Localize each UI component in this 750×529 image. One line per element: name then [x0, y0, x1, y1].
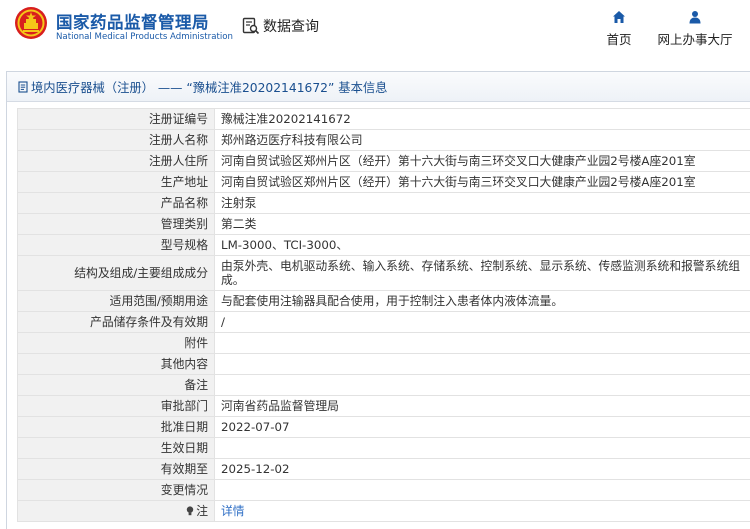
nav-home[interactable]: 首页 [600, 10, 638, 48]
nav-online-hall[interactable]: 网上办事大厅 [655, 10, 735, 48]
row-label: 有效期至 [17, 458, 215, 480]
row-label: 产品名称 [17, 192, 215, 214]
row-value: 豫械注准20202141672 [214, 108, 750, 130]
nav-online-hall-label: 网上办事大厅 [657, 32, 733, 47]
site-header: 国家药品监督管理局 National Medical Products Admi… [0, 0, 750, 66]
brand-name-en: National Medical Products Administration [56, 32, 233, 42]
row-label: 审批部门 [17, 395, 215, 417]
panel-title: 境内医疗器械（注册） —— “豫械注准20202141672” 基本信息 [7, 72, 750, 102]
row-label: 适用范围/预期用途 [17, 290, 215, 312]
national-emblem-logo [15, 7, 47, 39]
table-row: 有效期至 2025-12-02 [17, 458, 750, 480]
brand-name-cn: 国家药品监督管理局 [56, 13, 209, 32]
row-value-cell: 详情 [214, 500, 750, 522]
row-value: 第二类 [214, 213, 750, 235]
table-row: 注 详情 [17, 500, 750, 522]
row-label: 注册证编号 [17, 108, 215, 130]
table-row: 注册人名称 郑州路迈医疗科技有限公司 [17, 129, 750, 151]
note-label-cell: 注 [17, 500, 215, 522]
details-link[interactable]: 详情 [221, 504, 245, 518]
table-row: 型号规格 LM-3000、TCI-3000、 [17, 234, 750, 256]
row-label: 批准日期 [17, 416, 215, 438]
row-label: 生产地址 [17, 171, 215, 193]
row-value: LM-3000、TCI-3000、 [214, 234, 750, 256]
data-query-label: 数据查询 [263, 19, 319, 35]
panel-title-text: 境内医疗器械（注册） —— “豫械注准20202141672” 基本信息 [31, 80, 388, 95]
row-value: 由泵外壳、电机驱动系统、输入系统、存储系统、控制系统、显示系统、传感监测系统和报… [214, 255, 750, 291]
table-row: 生效日期 [17, 437, 750, 459]
row-label: 生效日期 [17, 437, 215, 459]
table-row: 备注 [17, 374, 750, 396]
table-row: 其他内容 [17, 353, 750, 375]
table-row: 批准日期 2022-07-07 [17, 416, 750, 438]
lightbulb-icon [186, 506, 194, 516]
row-label: 附件 [17, 332, 215, 354]
row-label: 注册人住所 [17, 150, 215, 172]
document-icon [18, 80, 28, 93]
user-icon [689, 11, 701, 24]
data-query-link[interactable]: 数据查询 [242, 16, 319, 36]
table-row: 注册证编号 豫械注准20202141672 [17, 108, 750, 130]
row-value: 河南自贸试验区郑州片区（经开）第十六大街与南三环交叉口大健康产业园2号楼A座20… [214, 171, 750, 193]
table-row: 结构及组成/主要组成成分 由泵外壳、电机驱动系统、输入系统、存储系统、控制系统、显… [17, 255, 750, 291]
row-value: 注射泵 [214, 192, 750, 214]
search-document-icon [242, 17, 260, 35]
row-value [214, 374, 750, 396]
row-label: 结构及组成/主要组成成分 [17, 255, 215, 291]
row-value: 与配套使用注输器具配合使用，用于控制注入患者体内液体流量。 [214, 290, 750, 312]
row-value: 郑州路迈医疗科技有限公司 [214, 129, 750, 151]
table-row: 生产地址 河南自贸试验区郑州片区（经开）第十六大街与南三环交叉口大健康产业园2号楼… [17, 171, 750, 193]
row-value [214, 479, 750, 501]
row-value: 2022-07-07 [214, 416, 750, 438]
row-label: 变更情况 [17, 479, 215, 501]
home-icon [613, 11, 625, 23]
row-value [214, 332, 750, 354]
row-value: 2025-12-02 [214, 458, 750, 480]
row-label: 备注 [17, 374, 215, 396]
row-label: 管理类别 [17, 213, 215, 235]
row-label: 注 [196, 504, 208, 518]
row-label: 注册人名称 [17, 129, 215, 151]
table-row: 附件 [17, 332, 750, 354]
row-label: 型号规格 [17, 234, 215, 256]
table-row: 注册人住所 河南自贸试验区郑州片区（经开）第十六大街与南三环交叉口大健康产业园2号… [17, 150, 750, 172]
row-value: 河南自贸试验区郑州片区（经开）第十六大街与南三环交叉口大健康产业园2号楼A座20… [214, 150, 750, 172]
table-row: 产品名称 注射泵 [17, 192, 750, 214]
table-row: 适用范围/预期用途 与配套使用注输器具配合使用，用于控制注入患者体内液体流量。 [17, 290, 750, 312]
detail-table: 注册证编号 豫械注准20202141672 注册人名称 郑州路迈医疗科技有限公司 注… [17, 108, 750, 522]
table-row: 管理类别 第二类 [17, 213, 750, 235]
row-label: 其他内容 [17, 353, 215, 375]
row-value: 河南省药品监督管理局 [214, 395, 750, 417]
table-row: 变更情况 [17, 479, 750, 501]
row-value [214, 353, 750, 375]
table-row: 产品储存条件及有效期 / [17, 311, 750, 333]
nav-home-label: 首页 [606, 32, 632, 47]
row-label: 产品储存条件及有效期 [17, 311, 215, 333]
table-row: 审批部门 河南省药品监督管理局 [17, 395, 750, 417]
detail-panel: 境内医疗器械（注册） —— “豫械注准20202141672” 基本信息 注册证… [6, 71, 750, 529]
row-value: / [214, 311, 750, 333]
row-value [214, 437, 750, 459]
